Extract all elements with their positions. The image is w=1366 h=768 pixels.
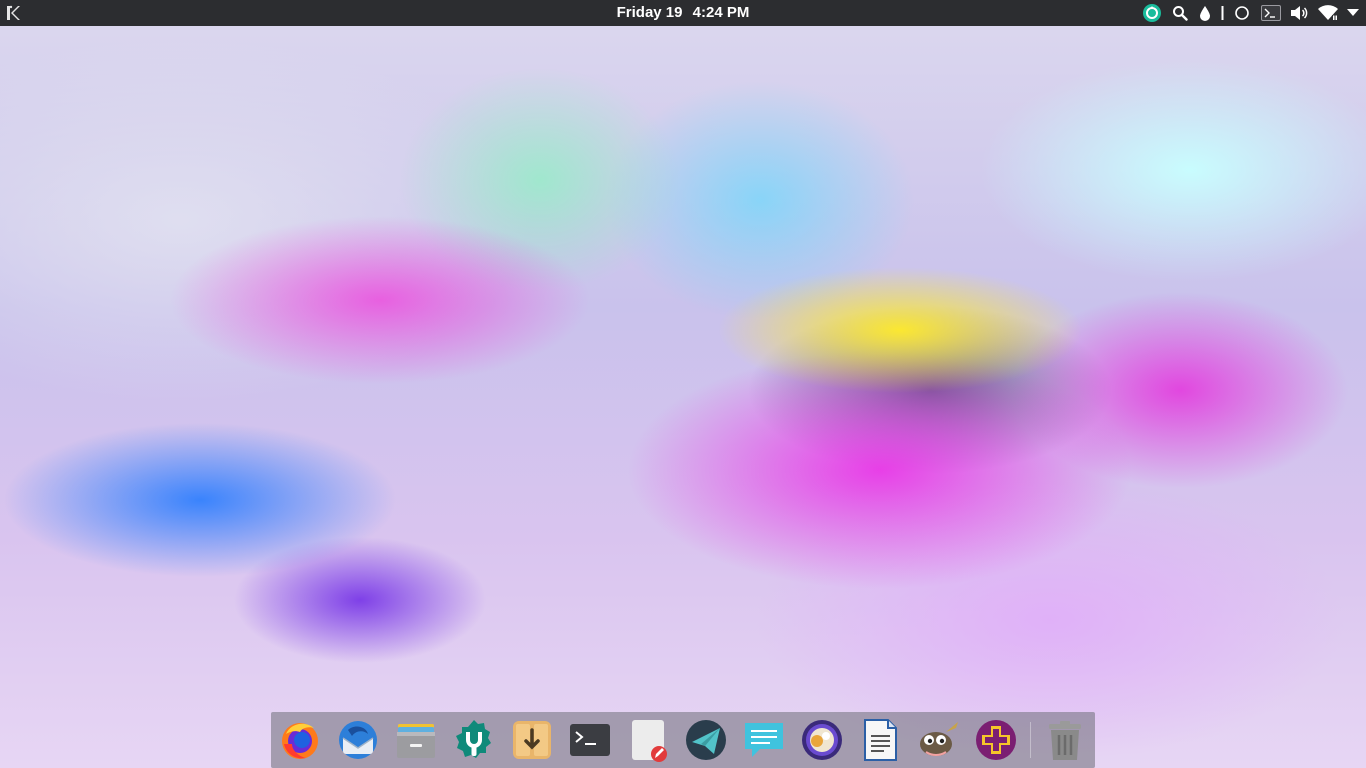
chat-icon [745,723,783,757]
application-launcher[interactable] [4,3,24,23]
text-editor-icon [632,720,667,762]
clock-time[interactable]: 4:24 PM [693,4,750,21]
system-tray [1142,0,1360,26]
dock-app-thunderbird[interactable] [336,718,380,762]
wifi-icon[interactable] [1318,3,1338,23]
menu-arrow-icon[interactable] [1346,3,1360,23]
telegram-icon [686,720,726,760]
top-panel: Friday 19 4:24 PM [0,0,1366,26]
dock-separator [1030,722,1031,758]
dock-app-add[interactable] [974,718,1018,762]
dock-app-messages[interactable] [742,718,786,762]
dock-app-downloads[interactable] [510,718,554,762]
dock-trash[interactable] [1043,718,1087,762]
night-mode-icon[interactable] [1232,3,1252,23]
color-picker-icon[interactable] [1198,3,1212,23]
dock [271,712,1095,768]
writer-icon [864,719,897,761]
dock-app-firefox[interactable] [278,718,322,762]
firefox-icon [282,723,318,759]
volume-icon[interactable] [1290,3,1310,23]
dock-app-files[interactable] [394,718,438,762]
music-player-icon [802,720,842,760]
dock-app-writer[interactable] [858,718,902,762]
gimp-icon [920,722,958,756]
dock-app-gimp[interactable] [916,718,960,762]
clock-day[interactable]: Friday 19 [617,4,683,21]
divider-icon [1220,3,1224,23]
dock-app-telegram[interactable] [684,718,728,762]
software-center-icon [456,720,491,758]
trash-icon [1049,721,1081,760]
update-manager-icon[interactable] [1142,3,1162,23]
thunderbird-icon [339,721,377,759]
dock-app-terminal[interactable] [568,718,612,762]
search-icon[interactable] [1170,3,1190,23]
file-manager-icon [397,724,435,758]
add-icon [976,720,1016,760]
desktop-wallpaper [0,0,1366,768]
dock-app-music[interactable] [800,718,844,762]
terminal-icon [570,724,610,756]
kde-logo-icon [7,5,20,20]
dock-app-text-editor[interactable] [626,718,670,762]
downloader-icon [513,721,551,759]
dock-app-software-center[interactable] [452,718,496,762]
terminal-icon[interactable] [1260,3,1282,23]
